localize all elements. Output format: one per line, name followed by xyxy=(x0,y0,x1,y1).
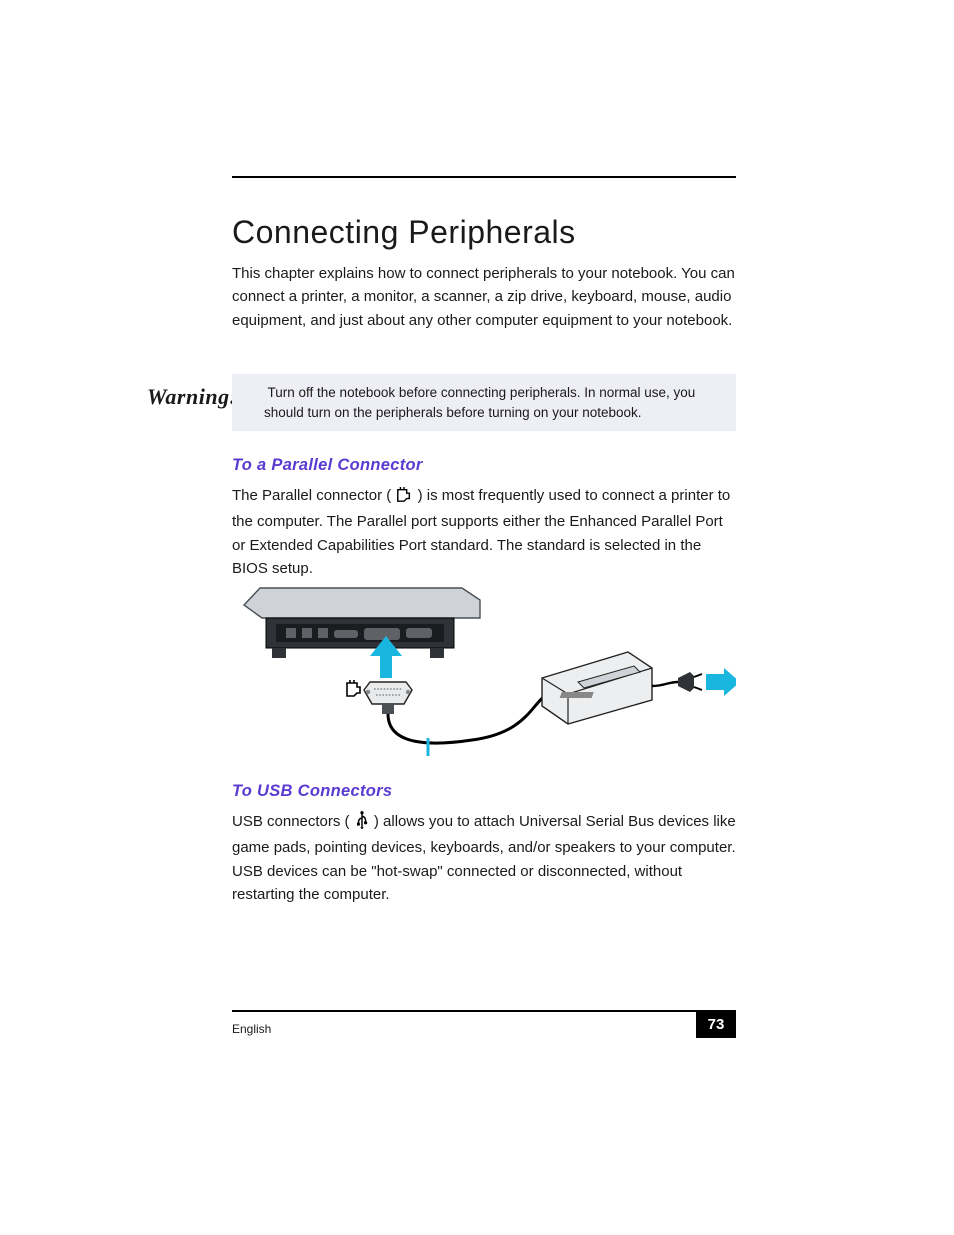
printer-icon xyxy=(542,652,678,724)
parallel-port-icon xyxy=(347,680,360,696)
para2-before: USB connectors ( xyxy=(232,813,350,830)
warning-label: Warning: xyxy=(147,384,237,410)
footer-language: English xyxy=(232,1022,271,1036)
intro-paragraph: This chapter explains how to connect per… xyxy=(232,262,736,332)
power-plug-icon xyxy=(678,672,702,692)
parallel-plug-icon xyxy=(364,682,412,714)
arrow-right-icon xyxy=(706,668,736,696)
section-body-usb: USB connectors ( ) allows you to attach … xyxy=(232,810,736,906)
page-number-badge: 73 xyxy=(696,1010,736,1038)
parallel-port-icon xyxy=(395,487,413,510)
top-rule xyxy=(232,176,736,178)
warning-text: Turn off the notebook before connecting … xyxy=(264,385,695,420)
warning-box: Turn off the notebook before connecting … xyxy=(232,374,736,431)
section-heading-parallel: To a Parallel Connector xyxy=(232,456,423,475)
section-body-parallel: The Parallel connector ( ) is most frequ… xyxy=(232,484,736,580)
connection-diagram xyxy=(232,570,736,770)
cable-icon xyxy=(388,692,552,743)
usb-trident-icon xyxy=(354,811,370,836)
section-heading-usb: To USB Connectors xyxy=(232,782,392,801)
bottom-rule xyxy=(232,1010,736,1012)
chapter-title: Connecting Peripherals xyxy=(232,214,576,251)
laptop-rear-icon xyxy=(244,588,480,658)
para1-before: The Parallel connector ( xyxy=(232,487,391,504)
manual-page: Connecting Peripherals This chapter expl… xyxy=(0,0,954,1235)
